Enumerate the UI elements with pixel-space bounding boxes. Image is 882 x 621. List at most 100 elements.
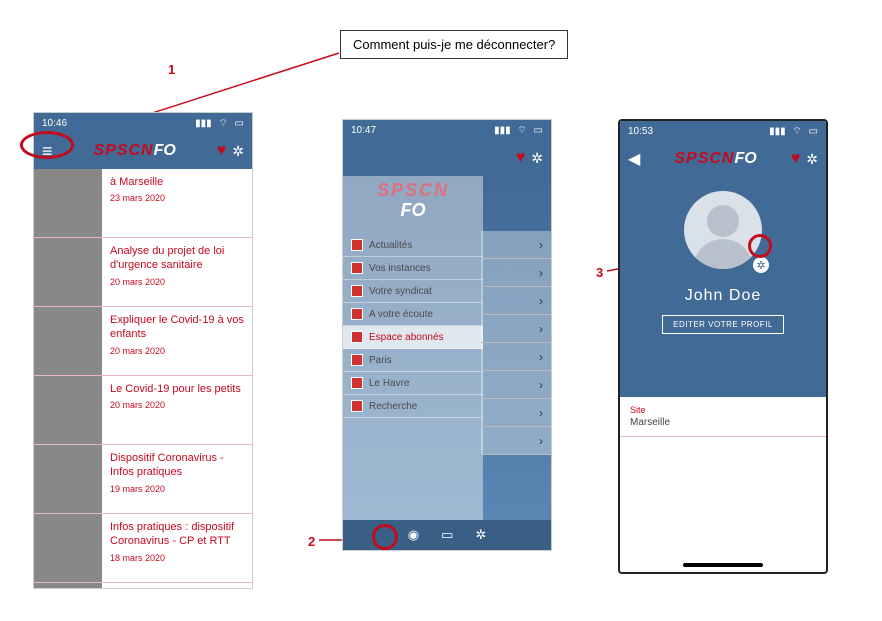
menu-item-espace-abonnes[interactable]: Espace abonnés — [343, 326, 483, 349]
menu-icon — [351, 239, 363, 251]
step-1-label: 1 — [168, 62, 175, 77]
settings-icon[interactable]: ✲ — [475, 527, 486, 543]
signal-icon: ▮▮▮ — [769, 126, 786, 137]
app-logo: SPSCNFO — [640, 150, 790, 168]
list-row[interactable]: › — [481, 287, 551, 315]
gear-icon[interactable]: ✲ — [531, 150, 543, 167]
avatar — [684, 191, 762, 269]
top-bar: ≡ SPSCNFO ♥ ✲ — [34, 133, 252, 169]
avatar-settings-icon[interactable]: ✲ — [751, 255, 771, 275]
menu-icon — [351, 354, 363, 366]
article-thumbnail — [34, 169, 102, 237]
brand-part-1: SPSCN — [93, 142, 153, 159]
menu-icon — [351, 331, 363, 343]
article-title: Analyse du projet de loi d'urgence sanit… — [110, 244, 244, 273]
list-row[interactable]: › — [481, 343, 551, 371]
back-icon[interactable]: ◀ — [628, 149, 640, 169]
article-date: 23 mars 2020 — [110, 193, 244, 203]
gear-icon[interactable]: ✲ — [232, 143, 244, 160]
article-item[interactable]: à Marseille 23 mars 2020 — [34, 169, 252, 238]
article-date: 19 mars 2020 — [110, 484, 244, 494]
list-row[interactable]: › — [481, 427, 551, 455]
battery-icon: ▭ — [809, 126, 818, 137]
app-logo: SPSCNFO — [53, 142, 217, 160]
screenshot-3: 10:53 ▮▮▮ ⌔ ▭ ◀ SPSCNFO ♥ ✲ ✲ John Doe E… — [618, 119, 828, 574]
step-2-label: 2 — [308, 534, 315, 549]
article-thumbnail — [34, 445, 102, 513]
heart-icon[interactable]: ♥ — [217, 142, 227, 160]
list-row[interactable]: › — [481, 371, 551, 399]
list-row[interactable]: › — [481, 399, 551, 427]
list-row[interactable]: › — [481, 259, 551, 287]
menu-item-label: Le Havre — [369, 378, 410, 389]
article-date: 20 mars 2020 — [110, 400, 244, 410]
side-menu-panel: Actualités Vos instances Votre syndicat … — [343, 176, 483, 520]
menu-item-label: Votre syndicat — [369, 286, 432, 297]
article-item[interactable]: Expliquer le Covid-19 à vos enfants 20 m… — [34, 307, 252, 376]
step-3-label: 3 — [596, 265, 603, 280]
wifi-icon: ⌔ — [792, 125, 801, 138]
card-icon[interactable]: ▭ — [441, 527, 453, 543]
status-bar: 10:53 ▮▮▮ ⌔ ▭ — [620, 121, 826, 141]
menu-item-le-havre[interactable]: Le Havre — [343, 372, 483, 395]
edit-profile-button[interactable]: EDITER VOTRE PROFIL — [662, 315, 784, 334]
status-icons: ▮▮▮ ⌔ ▭ — [765, 125, 818, 138]
heart-icon[interactable]: ♥ — [516, 149, 526, 167]
menu-item-recherche[interactable]: Recherche — [343, 395, 483, 418]
article-thumbnail — [34, 307, 102, 375]
menu-icon — [351, 308, 363, 320]
menu-item-label: Actualités — [369, 240, 412, 251]
list-row[interactable]: › — [481, 315, 551, 343]
article-title: Infos pratiques : dispositif Coronavirus… — [110, 520, 244, 549]
wifi-icon: ⌔ — [517, 124, 526, 137]
article-title: Le Covid-19 pour les petits — [110, 382, 244, 396]
home-indicator — [683, 563, 763, 567]
screenshot-2: 10:47 ▮▮▮ ⌔ ▭ ♥ ✲ SPSCN FO Actualités Vo… — [342, 119, 552, 551]
profile-icon[interactable]: ◉ — [408, 527, 419, 543]
article-title: Expliquer le Covid-19 à vos enfants — [110, 313, 244, 342]
clock: 10:46 — [42, 118, 67, 129]
top-bar: ♥ ✲ — [343, 140, 551, 176]
profile-site-row: Site Marseille — [620, 397, 826, 437]
heart-icon[interactable]: ♥ — [791, 150, 801, 168]
background-list: › › › › › › › › — [481, 231, 551, 455]
status-icons: ▮▮▮ ⌔ ▭ — [490, 124, 543, 137]
article-body: à Marseille 23 mars 2020 — [102, 169, 252, 237]
wifi-icon: ⌔ — [218, 117, 227, 130]
menu-item-a-votre-ecoute[interactable]: A votre écoute — [343, 303, 483, 326]
article-item[interactable]: Dispositif Coronavirus - Infos pratiques… — [34, 445, 252, 514]
article-item[interactable]: Infos pratiques : dispositif Coronavirus… — [34, 514, 252, 583]
menu-item-label: A votre écoute — [369, 309, 433, 320]
menu-item-votre-syndicat[interactable]: Votre syndicat — [343, 280, 483, 303]
menu-item-label: Vos instances — [369, 263, 431, 274]
article-item[interactable]: Pour vous inscrire sur — [34, 583, 252, 589]
article-thumbnail — [34, 238, 102, 306]
bottom-toolbar: ◉ ▭ ✲ — [343, 520, 551, 550]
gear-icon[interactable]: ✲ — [806, 151, 818, 168]
article-item[interactable]: Le Covid-19 pour les petits 20 mars 2020 — [34, 376, 252, 445]
article-title: à Marseille — [110, 175, 244, 189]
article-item[interactable]: Analyse du projet de loi d'urgence sanit… — [34, 238, 252, 307]
article-thumbnail — [34, 583, 102, 589]
top-bar: ◀ SPSCNFO ♥ ✲ — [620, 141, 826, 177]
screenshot-1: 10:46 ▮▮▮ ⌔ ▭ ≡ SPSCNFO ♥ ✲ à Marseille … — [33, 112, 253, 589]
list-row[interactable]: › — [481, 231, 551, 259]
hamburger-icon[interactable]: ≡ — [42, 142, 53, 160]
signal-icon: ▮▮▮ — [195, 118, 212, 129]
battery-icon: ▭ — [534, 125, 543, 136]
site-value: Marseille — [630, 417, 816, 428]
brand-part-2: FO — [154, 142, 176, 159]
menu-icon — [351, 262, 363, 274]
battery-icon: ▭ — [235, 118, 244, 129]
status-bar: 10:47 ▮▮▮ ⌔ ▭ — [343, 120, 551, 140]
status-bar: 10:46 ▮▮▮ ⌔ ▭ — [34, 113, 252, 133]
menu-item-label: Paris — [369, 355, 392, 366]
article-title: Dispositif Coronavirus - Infos pratiques — [110, 451, 244, 480]
menu-item-actualites[interactable]: Actualités — [343, 234, 483, 257]
menu-item-vos-instances[interactable]: Vos instances — [343, 257, 483, 280]
profile-username: John Doe — [685, 287, 762, 305]
menu-item-label: Espace abonnés — [369, 332, 444, 343]
article-thumbnail — [34, 514, 102, 582]
article-date: 20 mars 2020 — [110, 277, 244, 287]
menu-item-paris[interactable]: Paris — [343, 349, 483, 372]
